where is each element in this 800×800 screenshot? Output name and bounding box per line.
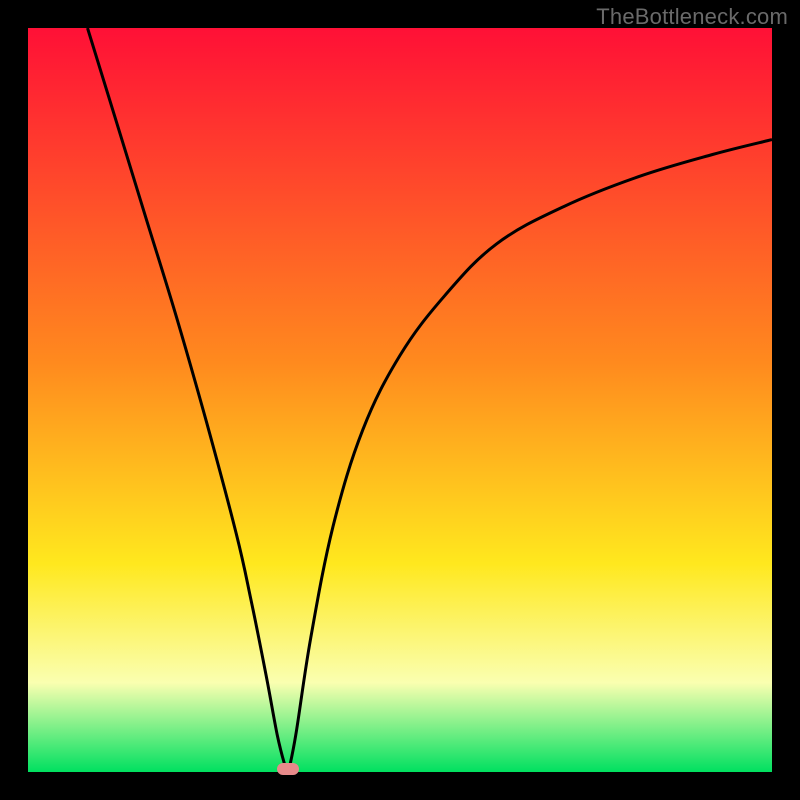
minimum-marker <box>277 763 299 775</box>
watermark-text: TheBottleneck.com <box>596 4 788 30</box>
chart-background-gradient <box>28 28 772 772</box>
chart-frame <box>28 28 772 772</box>
chart-plot-area <box>28 28 772 772</box>
